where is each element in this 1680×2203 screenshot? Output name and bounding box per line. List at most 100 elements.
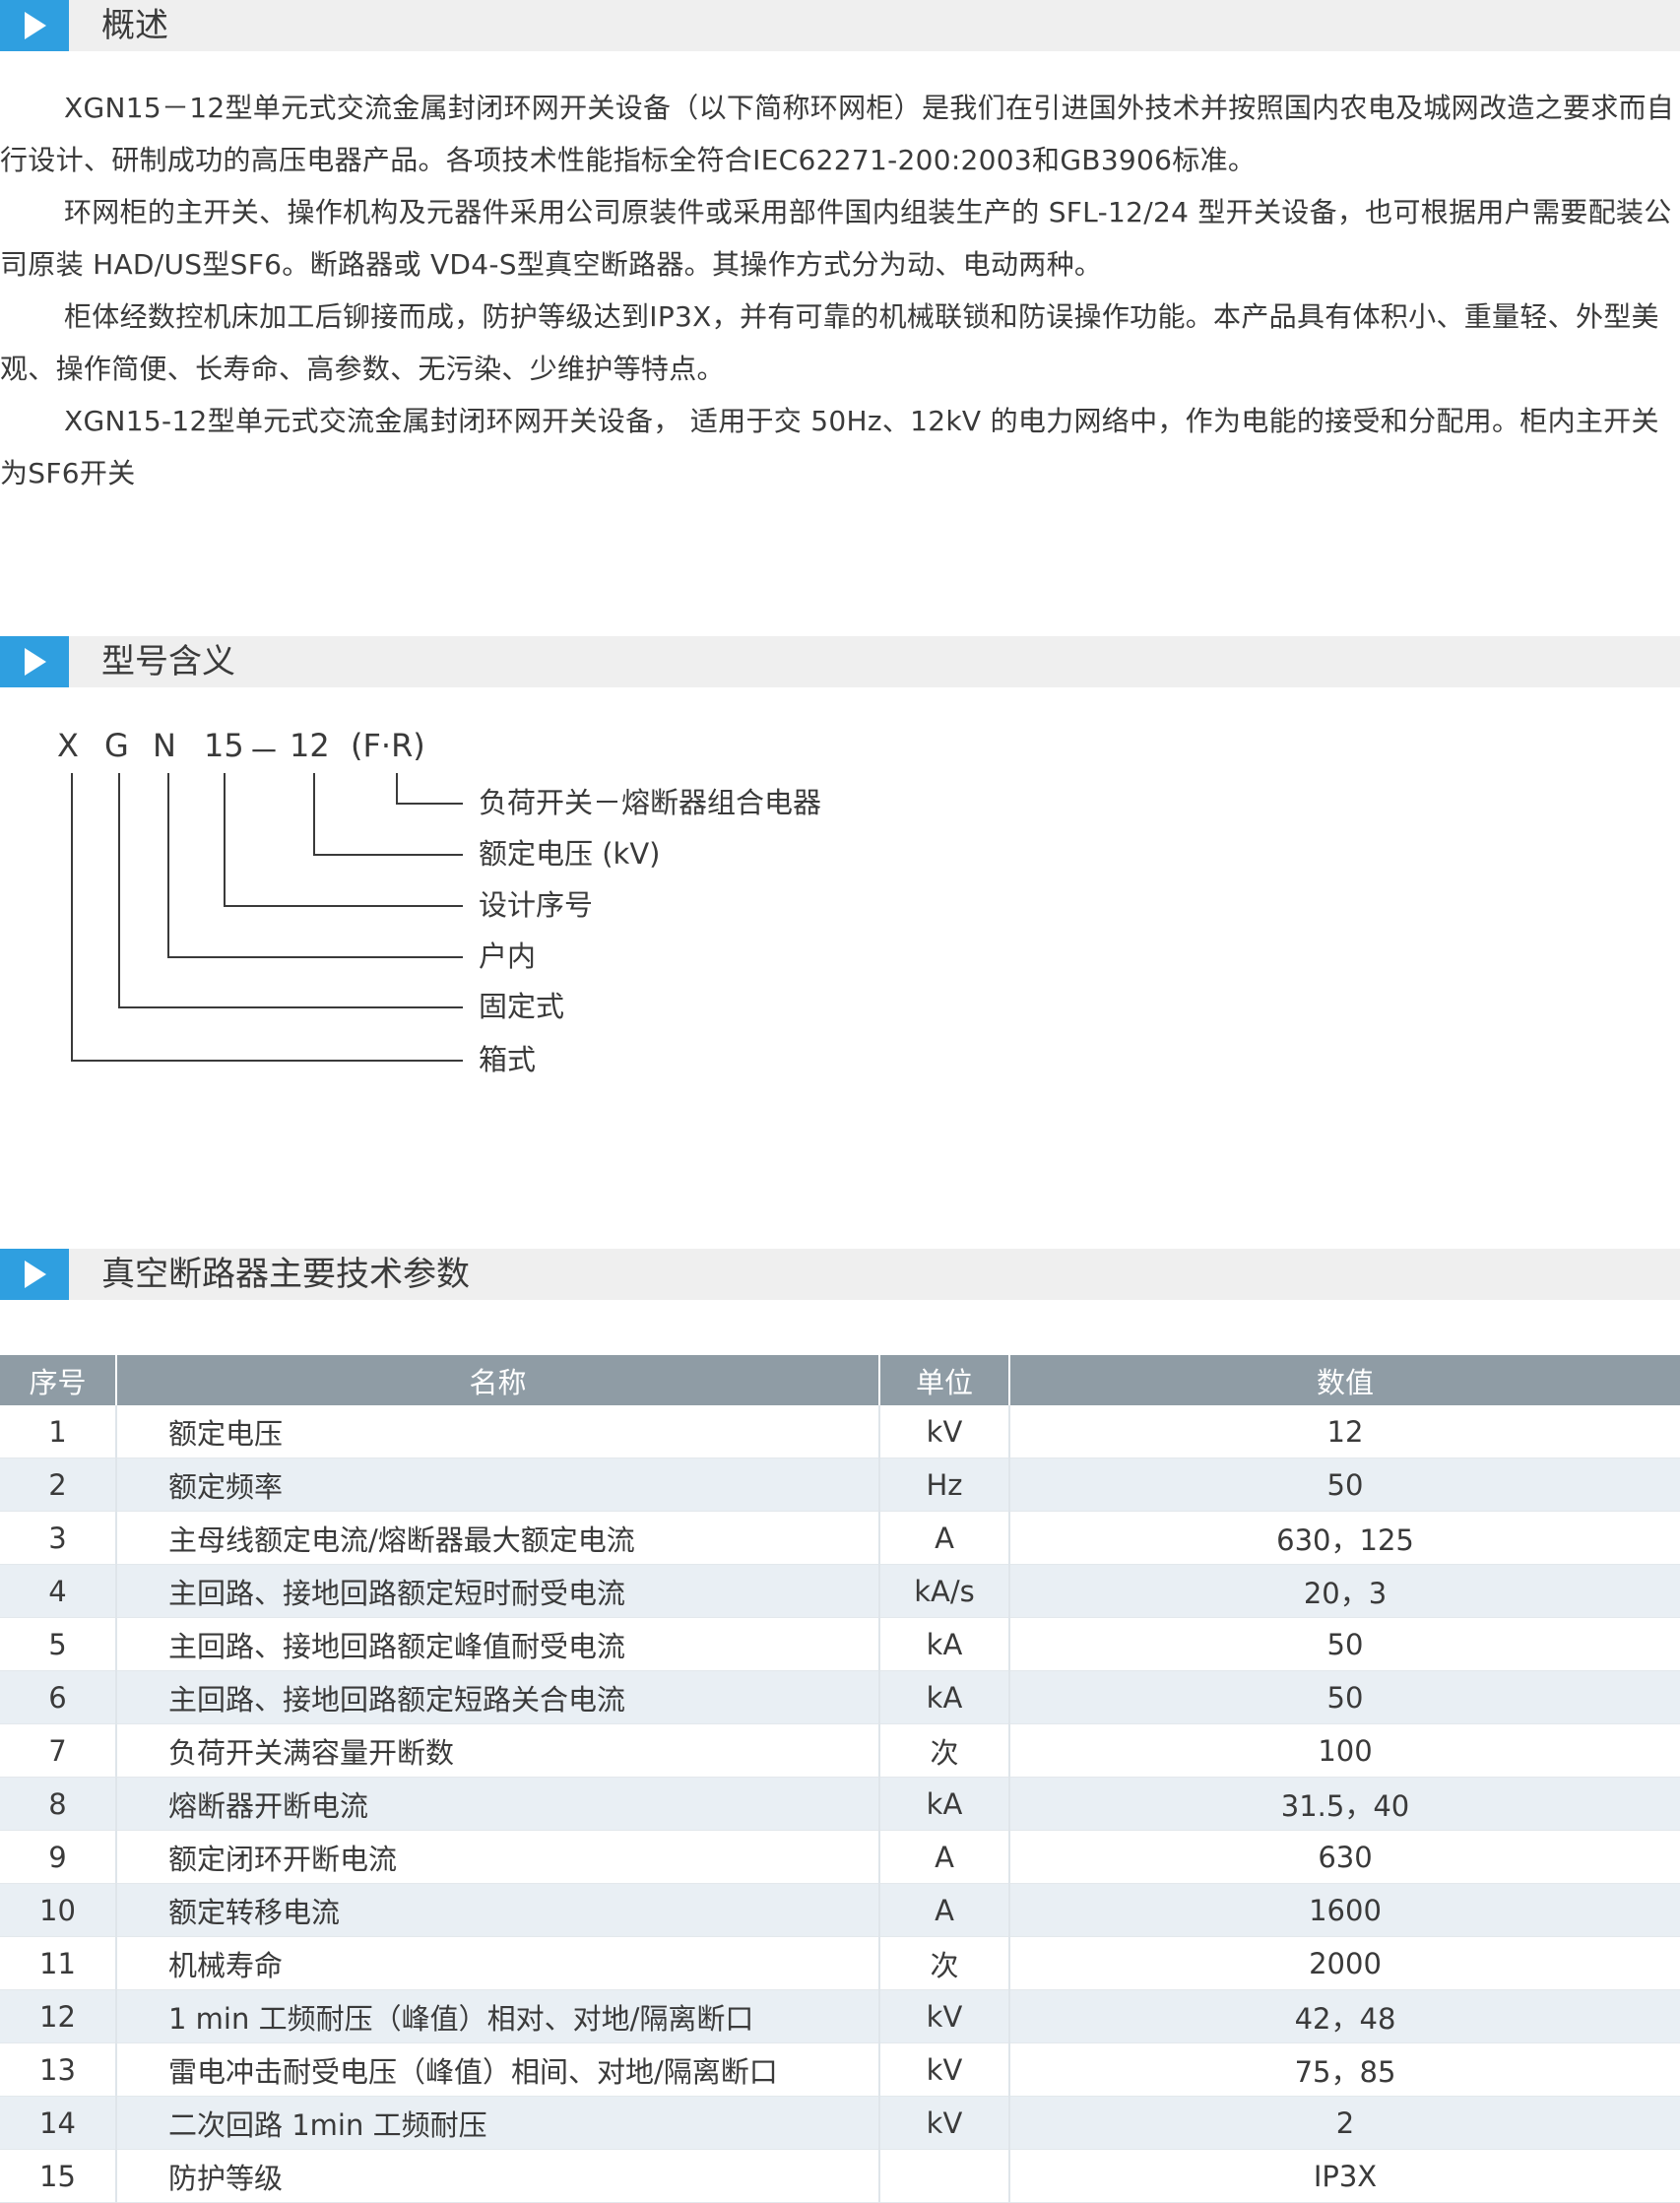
connector-line xyxy=(313,854,463,856)
cell-value: 42，48 xyxy=(1008,1989,1680,2043)
table-row: 15 防护等级 IP3X xyxy=(0,2149,1680,2203)
cell-no: 5 xyxy=(0,1617,116,1671)
header-unit: 单位 xyxy=(878,1355,1009,1405)
cell-name: 主母线额定电流/熔断器最大额定电流 xyxy=(115,1511,879,1565)
play-triangle-icon xyxy=(0,0,69,51)
model-code-dash: － xyxy=(248,733,281,770)
cell-no: 3 xyxy=(0,1511,116,1565)
cell-name: 机械寿命 xyxy=(115,1936,879,1990)
table-row: 2 额定频率 Hz 50 xyxy=(0,1458,1680,1512)
table-row: 14 二次回路 1min 工频耐压 kV 2 xyxy=(0,2096,1680,2150)
cell-value: 20，3 xyxy=(1008,1564,1680,1618)
cell-value: IP3X xyxy=(1008,2149,1680,2203)
table-row: 8 熔断器开断电流 kA 31.5，40 xyxy=(0,1777,1680,1831)
cell-no: 6 xyxy=(0,1670,116,1724)
table-row: 13 雷电冲击耐受电压（峰值）相间、对地/隔离断口 kV 75，85 xyxy=(0,2042,1680,2097)
model-code-voltage: 12 xyxy=(290,727,330,764)
cell-unit: kV xyxy=(878,2042,1009,2097)
overview-title: 概述 xyxy=(101,6,168,45)
cell-name: 负荷开关满容量开断数 xyxy=(115,1723,879,1778)
cell-name: 额定闭环开断电流 xyxy=(115,1830,879,1884)
cell-value: 2 xyxy=(1008,2096,1680,2150)
connector-line xyxy=(71,1060,463,1062)
table-row: 6 主回路、接地回路额定短路关合电流 kA 50 xyxy=(0,1670,1680,1724)
cell-unit xyxy=(878,2149,1009,2203)
cell-no: 2 xyxy=(0,1458,116,1512)
connector-line xyxy=(396,803,463,805)
cell-no: 10 xyxy=(0,1883,116,1937)
cell-value: 50 xyxy=(1008,1617,1680,1671)
cell-unit: 次 xyxy=(878,1723,1009,1778)
cell-unit: kA xyxy=(878,1617,1009,1671)
cell-value: 12 xyxy=(1008,1405,1680,1458)
table-row: 1 额定电压 kV 12 xyxy=(0,1405,1680,1458)
overview-paragraph-1: XGN15－12型单元式交流金属封闭环网开关设备（以下简称环网柜）是我们在引进国… xyxy=(0,92,1675,176)
cell-no: 7 xyxy=(0,1723,116,1778)
model-code-g: G xyxy=(104,727,129,764)
cell-no: 4 xyxy=(0,1564,116,1618)
cell-value: 1600 xyxy=(1008,1883,1680,1937)
model-code-suffix: (F·R) xyxy=(351,727,425,764)
cell-no: 12 xyxy=(0,1989,116,2043)
params-section-header: 真空断路器主要技术参数 xyxy=(0,1249,1680,1300)
overview-paragraph-4: XGN15-12型单元式交流金属封闭环网开关设备， 适用于交 50Hz、12kV… xyxy=(0,405,1659,489)
model-label-load-switch: 负荷开关－熔断器组合电器 xyxy=(479,786,822,819)
model-label-design-no: 设计序号 xyxy=(479,888,594,922)
header-no: 序号 xyxy=(0,1355,116,1405)
table-row: 12 1 min 工频耐压（峰值）相对、对地/隔离断口 kV 42，48 xyxy=(0,1989,1680,2043)
cell-name: 二次回路 1min 工频耐压 xyxy=(115,2096,879,2150)
connector-line xyxy=(224,905,463,907)
connector-line xyxy=(224,773,226,906)
cell-value: 50 xyxy=(1008,1670,1680,1724)
cell-no: 9 xyxy=(0,1830,116,1884)
connector-line xyxy=(71,773,73,1061)
play-triangle-icon xyxy=(0,1249,69,1300)
header-value: 数值 xyxy=(1008,1355,1680,1405)
cell-no: 11 xyxy=(0,1936,116,1990)
cell-name: 防护等级 xyxy=(115,2149,879,2203)
cell-value: 630 xyxy=(1008,1830,1680,1884)
model-label-rated-voltage: 额定电压 (kV) xyxy=(479,837,661,871)
cell-value: 31.5，40 xyxy=(1008,1777,1680,1831)
table-row: 7 负荷开关满容量开断数次 100 xyxy=(0,1723,1680,1778)
cell-name: 额定频率 xyxy=(115,1458,879,1512)
model-label-indoor: 户内 xyxy=(479,940,537,973)
cell-value: 50 xyxy=(1008,1458,1680,1512)
cell-name: 主回路、接地回路额定短路关合电流 xyxy=(115,1670,879,1724)
overview-section-header: 概述 xyxy=(0,0,1680,51)
params-table: 序号 名称 单位 数值 1 额定电压 kV 12 2 额定频率 Hz 50 3 主母线额定电流/熔… xyxy=(0,1355,1680,2203)
header-name: 名称 xyxy=(115,1355,879,1405)
cell-value: 630，125 xyxy=(1008,1511,1680,1565)
table-row: 5 主回路、接地回路额定峰值耐受电流 kA 50 xyxy=(0,1617,1680,1671)
cell-unit: Hz xyxy=(878,1458,1009,1512)
cell-unit: kV xyxy=(878,2096,1009,2150)
cell-value: 2000 xyxy=(1008,1936,1680,1990)
table-row: 9 额定闭环开断电流 A 630 xyxy=(0,1830,1680,1884)
model-section-header: 型号含义 xyxy=(0,636,1680,687)
cell-name: 主回路、接地回路额定短时耐受电流 xyxy=(115,1564,879,1618)
cell-name: 额定转移电流 xyxy=(115,1883,879,1937)
model-label-box: 箱式 xyxy=(479,1043,537,1076)
cell-no: 8 xyxy=(0,1777,116,1831)
table-row: 10 额定转移电流 A 1600 xyxy=(0,1883,1680,1937)
model-code-design: 15 xyxy=(204,727,244,764)
cell-name: 额定电压 xyxy=(115,1405,879,1458)
cell-unit: kA/s xyxy=(878,1564,1009,1618)
connector-line xyxy=(313,773,315,855)
cell-unit: kA xyxy=(878,1670,1009,1724)
cell-no: 13 xyxy=(0,2042,116,2097)
cell-unit: A xyxy=(878,1883,1009,1937)
table-row: 3 主母线额定电流/熔断器最大额定电流 A 630，125 xyxy=(0,1511,1680,1565)
cell-name: 1 min 工频耐压（峰值）相对、对地/隔离断口 xyxy=(115,1989,879,2043)
model-label-fixed: 固定式 xyxy=(479,990,565,1023)
model-code-x: X xyxy=(57,727,79,764)
cell-value: 75，85 xyxy=(1008,2042,1680,2097)
cell-name: 熔断器开断电流 xyxy=(115,1777,879,1831)
cell-no: 14 xyxy=(0,2096,116,2150)
cell-unit: kA xyxy=(878,1777,1009,1831)
connector-line xyxy=(118,1006,463,1008)
connector-line xyxy=(167,773,169,956)
cell-unit: A xyxy=(878,1511,1009,1565)
play-triangle-icon xyxy=(0,636,69,687)
table-header-row: 序号 名称 单位 数值 xyxy=(0,1355,1680,1405)
